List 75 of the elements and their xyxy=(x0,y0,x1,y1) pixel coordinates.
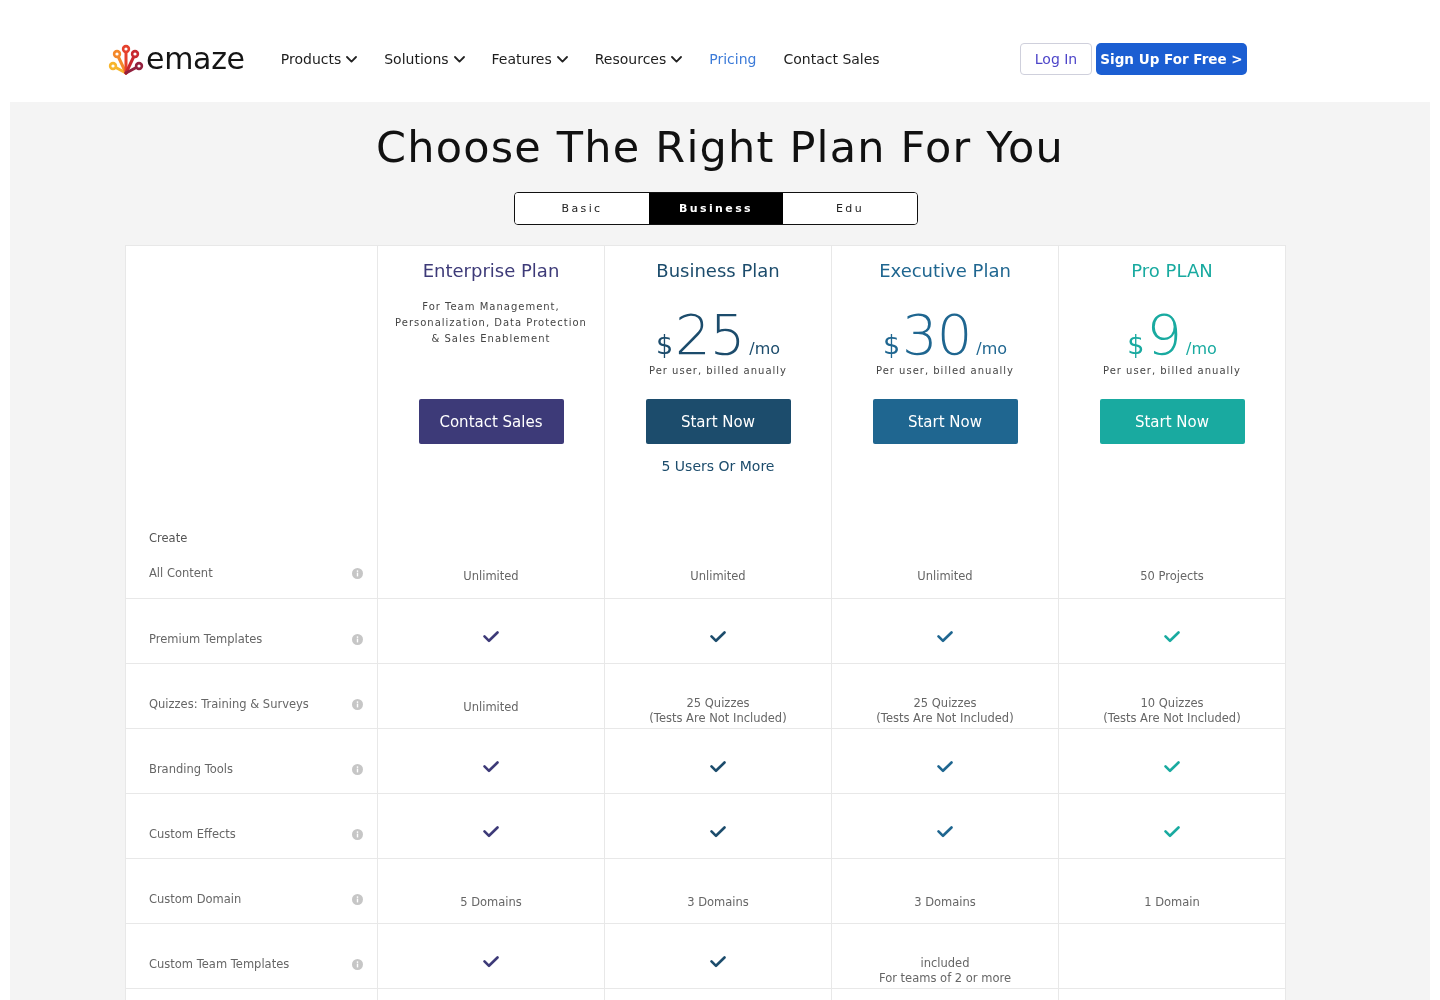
feature-label: Branding Tools xyxy=(149,761,234,777)
plan-cta-button[interactable]: Start Now xyxy=(645,399,791,444)
feature-value: Unlimited xyxy=(690,569,746,584)
billing-note: Per user, billed anually xyxy=(648,364,788,378)
feature-value: 3 Domains xyxy=(914,895,976,910)
info-icon[interactable] xyxy=(352,893,363,905)
feature-value: 1 Domain xyxy=(1144,895,1200,910)
feature-label: All Content xyxy=(149,565,213,581)
billing-note: Per user, billed anually xyxy=(1102,364,1242,378)
check-icon xyxy=(1164,826,1180,838)
feature-value: Unlimited xyxy=(917,569,973,584)
brand-name[interactable]: emaze xyxy=(146,42,245,76)
price-period: /mo xyxy=(976,341,1008,357)
check-icon xyxy=(937,631,953,643)
feature-label: Custom Team Templates xyxy=(149,956,290,972)
feature-label: Premium Templates xyxy=(149,631,263,647)
check-icon xyxy=(483,761,499,773)
nav-link[interactable]: Features xyxy=(491,49,568,69)
info-icon[interactable] xyxy=(352,958,363,970)
info-icon[interactable] xyxy=(352,698,363,710)
feature-label: Quizzes: Training & Surveys xyxy=(149,696,309,712)
price-amount: 30 xyxy=(902,307,972,363)
feature-group-label: Create xyxy=(149,530,188,546)
feature-value: 5 Domains xyxy=(460,895,522,910)
check-icon xyxy=(483,826,499,838)
check-icon xyxy=(1164,761,1180,773)
check-icon xyxy=(710,826,726,838)
price-currency: $ xyxy=(882,331,901,358)
plan-name: Pro PLAN xyxy=(1131,259,1213,283)
info-icon[interactable] xyxy=(352,828,363,840)
feature-value: 3 Domains xyxy=(687,895,749,910)
plan-cta-button[interactable]: Start Now xyxy=(872,399,1018,444)
check-icon xyxy=(710,956,726,968)
nav-link[interactable]: Contact Sales xyxy=(783,49,880,69)
signup-button[interactable]: Sign Up For Free > xyxy=(1096,43,1247,75)
plan-description: For Team Management, Personalization, Data Protection & Sales Enablement xyxy=(395,300,587,346)
page-title: Choose The Right Plan For You xyxy=(376,121,1064,173)
check-icon xyxy=(483,956,499,968)
price-currency: $ xyxy=(655,331,674,358)
info-icon[interactable] xyxy=(352,567,363,579)
feature-label: Custom Domain xyxy=(149,891,242,907)
nav-link[interactable]: Resources xyxy=(594,49,683,69)
plan-name: Enterprise Plan xyxy=(422,259,560,283)
billing-note: Per user, billed anually xyxy=(875,364,1015,378)
nav-link[interactable]: Pricing xyxy=(709,49,757,69)
price-currency: $ xyxy=(1127,331,1145,358)
plan-type-tab[interactable]: Business xyxy=(649,193,783,224)
feature-value: 25 Quizzes (Tests Are Not Included) xyxy=(649,696,787,726)
feature-value: 25 Quizzes (Tests Are Not Included) xyxy=(876,696,1014,726)
plan-name: Executive Plan xyxy=(879,259,1011,283)
plan-name: Business Plan xyxy=(656,259,780,283)
plan-cta-button[interactable]: Contact Sales xyxy=(418,399,564,444)
price-period: /mo xyxy=(1186,341,1217,357)
logo-icon[interactable] xyxy=(108,43,144,75)
nav-link[interactable]: Solutions xyxy=(384,49,465,69)
check-icon xyxy=(937,826,953,838)
feature-label: Custom Effects xyxy=(149,826,236,842)
feature-value: 10 Quizzes (Tests Are Not Included) xyxy=(1103,696,1241,726)
check-icon xyxy=(483,631,499,643)
price-amount: 25 xyxy=(675,307,745,363)
feature-value: Unlimited xyxy=(463,700,519,715)
feature-value: included For teams of 2 or more xyxy=(879,956,1011,986)
plan-note: 5 Users Or More xyxy=(661,457,775,476)
feature-value: 50 Projects xyxy=(1140,569,1204,584)
login-button[interactable]: Log In xyxy=(1020,43,1092,75)
check-icon xyxy=(1164,631,1180,643)
info-icon[interactable] xyxy=(352,633,363,645)
info-icon[interactable] xyxy=(352,763,363,775)
check-icon xyxy=(710,631,726,643)
price-amount: 9 xyxy=(1146,307,1182,363)
check-icon xyxy=(710,761,726,773)
feature-value: Unlimited xyxy=(463,569,519,584)
check-icon xyxy=(937,761,953,773)
nav-link[interactable]: Products xyxy=(280,49,358,69)
price-period: /mo xyxy=(749,341,781,357)
